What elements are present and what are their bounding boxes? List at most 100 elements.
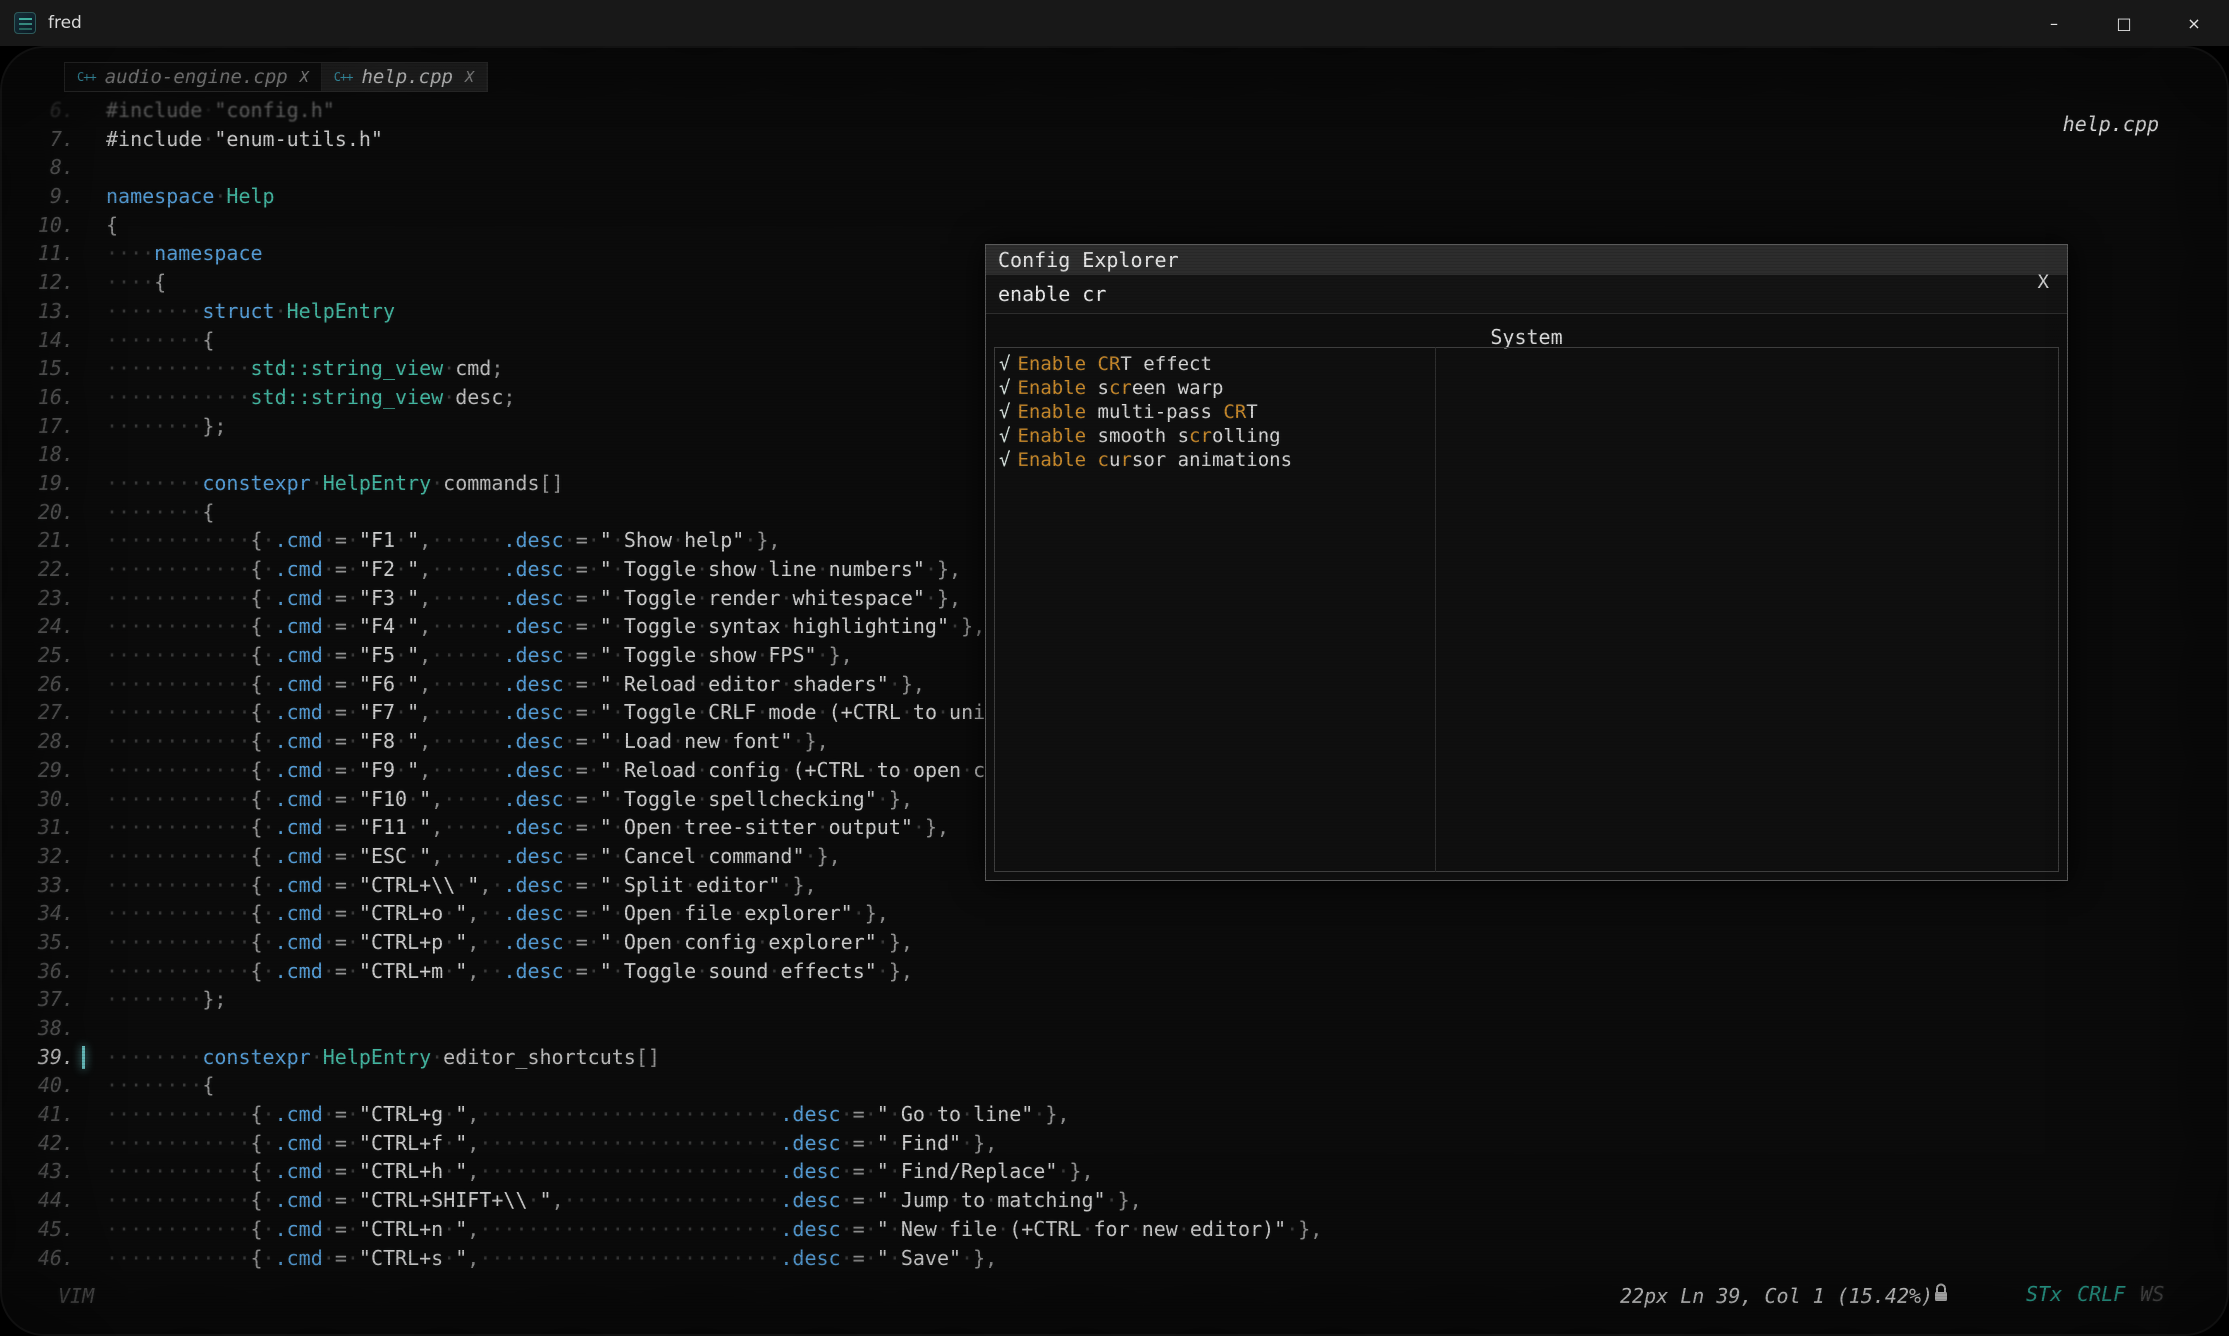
line-number: 41. (0, 1100, 74, 1129)
cpp-file-icon: C++ (77, 70, 96, 84)
code-text: ············{·.cmd·=·"F11·",·····.desc·=… (74, 813, 949, 842)
line-number: 36. (0, 957, 74, 986)
tab-label: audio-engine.cpp (105, 66, 288, 88)
tab-close-icon[interactable]: X (465, 68, 474, 86)
search-match-text: Enable CR (1017, 353, 1120, 375)
code-line[interactable]: 40.········{ (0, 1071, 2229, 1100)
section-header-system: System (986, 325, 2067, 349)
code-text (74, 153, 106, 182)
code-line[interactable]: 7.#include·"enum-utils.h" (0, 125, 2229, 154)
code-line[interactable]: 41.············{·.cmd·=·"CTRL+g·",······… (0, 1100, 2229, 1129)
code-text: ············{·.cmd·=·"CTRL+\\·",·.desc·=… (74, 871, 817, 900)
code-text: { (74, 211, 118, 240)
code-text: ············{·.cmd·=·"F8·",······.desc·=… (74, 727, 829, 756)
option-text: T effect (1120, 353, 1212, 375)
code-text: ············{·.cmd·=·"CTRL+h·",·········… (74, 1157, 1094, 1186)
config-option[interactable]: √Enable screen warp (999, 376, 2054, 400)
config-search-input[interactable]: enable cr (986, 275, 2067, 314)
option-text: s (1086, 377, 1109, 399)
current-file-label: help.cpp (2063, 112, 2159, 136)
code-line[interactable]: 6.#include·"config.h" (0, 96, 2229, 125)
line-number: 38. (0, 1014, 74, 1043)
code-line[interactable]: 45.············{·.cmd·=·"CTRL+n·",······… (0, 1215, 2229, 1244)
code-text: ············{·.cmd·=·"ESC·",·····.desc·=… (74, 842, 841, 871)
code-text: ············{·.cmd·=·"F10·",·····.desc·=… (74, 785, 913, 814)
code-text (74, 440, 106, 469)
code-text: ············std::string_view·cmd; (74, 354, 503, 383)
window-title: fred (48, 13, 82, 33)
code-text: ············{·.cmd·=·"CTRL+p·",··.desc·=… (74, 928, 913, 957)
config-option[interactable]: √ Enable CRT effect (999, 352, 2054, 376)
search-match-text: Enable (1017, 401, 1086, 423)
code-text: ········struct·HelpEntry (74, 297, 395, 326)
config-explorer-dialog: Config Explorer X enable cr System √Enab… (985, 244, 2068, 881)
line-number: 25. (0, 641, 74, 670)
code-line[interactable]: 38. (0, 1014, 2229, 1043)
minimize-button[interactable]: – (2019, 0, 2089, 46)
line-number: 6. (0, 96, 74, 125)
line-number: 34. (0, 899, 74, 928)
line-number: 26. (0, 670, 74, 699)
line-number: 12. (0, 268, 74, 297)
config-option[interactable]: √Enable cursor animations (999, 448, 2054, 472)
option-text: u (1109, 449, 1120, 471)
code-line[interactable]: 44.············{·.cmd·=·"CTRL+SHIFT+\\·"… (0, 1186, 2229, 1215)
search-match-text: r (1120, 449, 1131, 471)
code-text: #include·"enum-utils.h" (74, 125, 383, 154)
line-number: 30. (0, 785, 74, 814)
checkmark-icon: √ (999, 377, 1010, 399)
line-number: 14. (0, 326, 74, 355)
code-text: ········constexpr·HelpEntry·commands[] (74, 469, 564, 498)
code-line[interactable]: 43.············{·.cmd·=·"CTRL+h·",······… (0, 1157, 2229, 1186)
code-text: ········{ (74, 326, 214, 355)
dialog-close-icon[interactable]: X (2038, 271, 2049, 293)
line-number: 45. (0, 1215, 74, 1244)
tab-audio-engine-cpp[interactable]: C++ audio-engine.cpp X (65, 63, 322, 91)
code-line[interactable]: 10.{ (0, 211, 2229, 240)
status-flag-ws: WS (2140, 1282, 2164, 1306)
tab-close-icon[interactable]: X (300, 68, 309, 86)
option-text: multi-pass (1086, 401, 1223, 423)
editor-screen: 6.#include·"config.h"7.#include·"enum-ut… (0, 46, 2229, 1336)
maximize-button[interactable]: □ (2089, 0, 2159, 46)
config-option[interactable]: √Enable multi-pass CRT (999, 400, 2054, 424)
code-line[interactable]: 36.············{·.cmd·=·"CTRL+m·",··.des… (0, 957, 2229, 986)
code-line[interactable]: 35.············{·.cmd·=·"CTRL+p·",··.des… (0, 928, 2229, 957)
code-text: ············{·.cmd·=·"F6·",······.desc·=… (74, 670, 925, 699)
code-text: namespace·Help (74, 182, 275, 211)
line-number: 46. (0, 1244, 74, 1273)
line-number: 16. (0, 383, 74, 412)
config-option[interactable]: √Enable smooth scrolling (999, 424, 2054, 448)
cursor-position-info: 22px Ln 39, Col 1 (15.42%) (1620, 1284, 1933, 1308)
line-number: 35. (0, 928, 74, 957)
option-text: olling (1212, 425, 1281, 447)
checkmark-icon: √ (999, 449, 1010, 471)
code-text: ········constexpr·HelpEntry·editor_short… (74, 1043, 660, 1072)
code-text: ····{ (74, 268, 166, 297)
line-number: 40. (0, 1071, 74, 1100)
line-number: 31. (0, 813, 74, 842)
code-line[interactable]: 37.········}; (0, 985, 2229, 1014)
line-number: 11. (0, 239, 74, 268)
line-number: 8. (0, 153, 74, 182)
line-number: 27. (0, 698, 74, 727)
panel-divider (1435, 347, 1436, 872)
cpp-file-icon: C++ (334, 70, 353, 84)
code-line[interactable]: 46.············{·.cmd·=·"CTRL+s·",······… (0, 1244, 2229, 1273)
code-line[interactable]: 8. (0, 153, 2229, 182)
code-text (74, 1014, 106, 1043)
tab-help-cpp[interactable]: C++ help.cpp X (322, 63, 487, 91)
line-number: 43. (0, 1157, 74, 1186)
checkmark-icon: √ (999, 425, 1010, 447)
option-text: T (1246, 401, 1257, 423)
code-text: ············{·.cmd·=·"F5·",······.desc·=… (74, 641, 853, 670)
line-number: 21. (0, 526, 74, 555)
code-line[interactable]: 9.namespace·Help (0, 182, 2229, 211)
line-number: 23. (0, 584, 74, 613)
close-button[interactable]: × (2159, 0, 2229, 46)
code-line[interactable]: 34.············{·.cmd·=·"CTRL+o·",··.des… (0, 899, 2229, 928)
checkmark-icon: √ (999, 353, 1010, 375)
code-line[interactable]: 42.············{·.cmd·=·"CTRL+f·",······… (0, 1129, 2229, 1158)
code-line[interactable]: 39.········constexpr·HelpEntry·editor_sh… (0, 1043, 2229, 1072)
line-number: 44. (0, 1186, 74, 1215)
